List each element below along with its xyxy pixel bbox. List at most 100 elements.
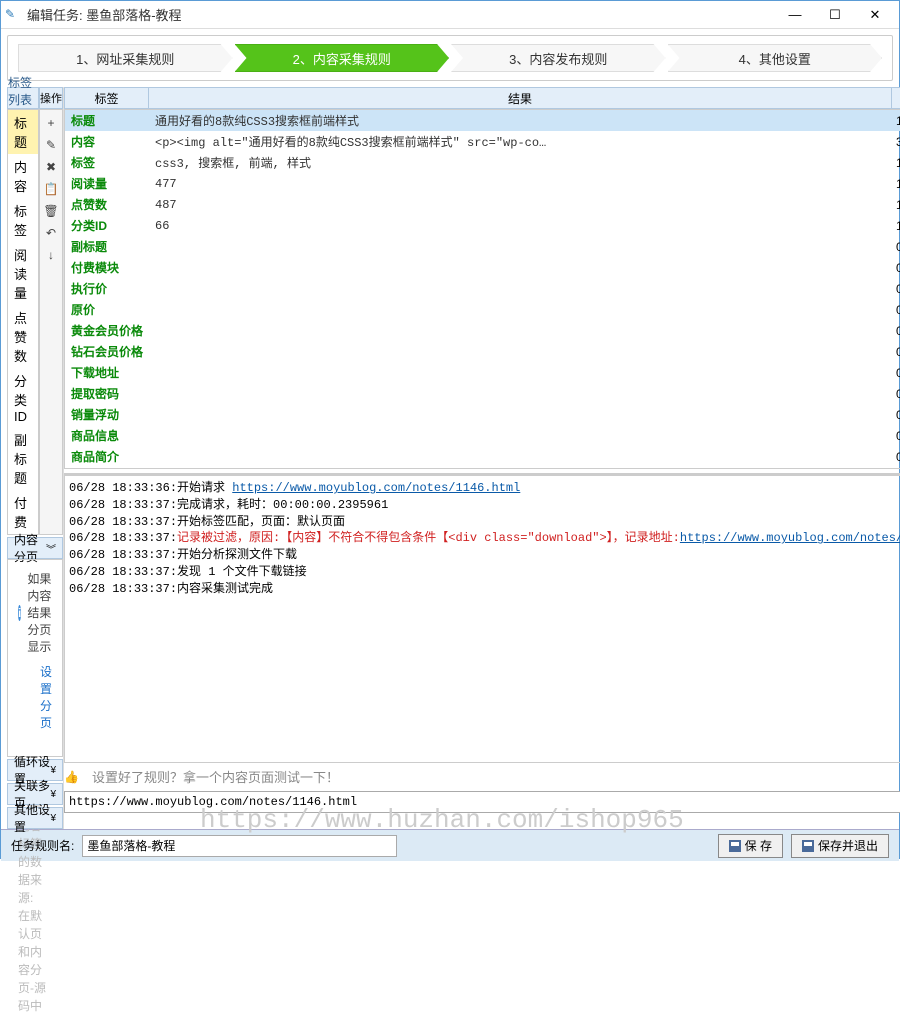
- result-row[interactable]: 原价 0行0字: [65, 299, 900, 320]
- step-2[interactable]: 2、内容采集规则: [235, 44, 450, 72]
- thumb-up-icon: 👍: [64, 770, 80, 784]
- row-tag: 付费模块: [65, 259, 149, 276]
- close-button[interactable]: ✕: [855, 2, 895, 28]
- row-tag: 提取密码: [65, 385, 149, 402]
- test-url-input[interactable]: [64, 791, 900, 813]
- result-row[interactable]: 商品简介 0行0字: [65, 446, 900, 467]
- row-result: <p><img alt="通用好看的8款纯CSS3搜索框前端样式" src="w…: [149, 133, 892, 150]
- row-count: 0行0字: [892, 406, 900, 423]
- chevron-icon: ¥: [50, 789, 56, 800]
- col-header-result: 结果: [149, 88, 892, 108]
- result-row[interactable]: 执行价 0行0字: [65, 278, 900, 299]
- row-count: 0行0字: [892, 364, 900, 381]
- result-row[interactable]: 标题 通用好看的8款纯CSS3搜索框前端样式 1行19字: [65, 110, 900, 131]
- tag-op-button[interactable]: ✎: [42, 136, 60, 154]
- row-tag: 下载地址: [65, 364, 149, 381]
- step-4[interactable]: 4、其他设置: [668, 44, 883, 72]
- tag-op-button[interactable]: 📋: [42, 180, 60, 198]
- row-result: css3, 搜索框, 前端, 样式: [149, 154, 892, 171]
- col-header-tag: 标签: [65, 88, 149, 108]
- tag-list-item[interactable]: 阅读量: [8, 242, 38, 305]
- tag-list-item[interactable]: 标签: [8, 198, 38, 242]
- tag-op-button[interactable]: ↶: [42, 224, 60, 242]
- result-row[interactable]: 分类ID 66 1行2字: [65, 215, 900, 236]
- minimize-button[interactable]: —: [775, 2, 815, 28]
- tag-list-item[interactable]: 分类ID: [8, 368, 38, 427]
- row-count: 0行0字: [892, 385, 900, 402]
- save-button[interactable]: 保 存: [718, 834, 783, 858]
- row-result: 487: [149, 198, 892, 212]
- chevron-icon: ¥: [50, 765, 56, 776]
- col-header-count: 字数: [892, 88, 900, 108]
- tag-op-button[interactable]: ✖: [42, 158, 60, 176]
- title-bar: ✎ 编辑任务: 墨鱼部落格-教程 — ☐ ✕: [1, 1, 899, 29]
- row-tag: 黄金会员价格: [65, 322, 149, 339]
- row-tag: 钻石会员价格: [65, 343, 149, 360]
- result-row[interactable]: 提取密码 0行0字: [65, 383, 900, 404]
- footer-bar: 任务规则名: 保 存 保存并退出: [1, 829, 899, 861]
- section-content-paging[interactable]: 内容分页 ︾: [7, 537, 63, 559]
- paging-note: 在默认页和内容分页-源码中: [18, 907, 52, 1015]
- save-exit-label: 保存并退出: [818, 837, 878, 854]
- tag-list-header: 标签列表(19): [7, 87, 39, 109]
- tag-list[interactable]: 标题内容标签阅读量点赞数分类ID副标题付费模块执行价原价黄金会员价格钻石会员价格…: [7, 109, 39, 535]
- tag-list-item[interactable]: 标题: [8, 110, 38, 154]
- tag-list-item[interactable]: 点赞数: [8, 305, 38, 368]
- row-count: 1行3字: [892, 175, 900, 192]
- tag-list-item[interactable]: 内容: [8, 154, 38, 198]
- result-row[interactable]: 销量浮动 0行0字: [65, 404, 900, 425]
- result-row[interactable]: 商品信息 0行0字: [65, 425, 900, 446]
- result-row[interactable]: 付费模块 0行0字: [65, 257, 900, 278]
- tag-list-item[interactable]: 副标题: [8, 427, 38, 490]
- result-row[interactable]: 下载地址 0行0字: [65, 362, 900, 383]
- row-count: 0行0字: [892, 259, 900, 276]
- row-count: 0行0字: [892, 238, 900, 255]
- row-tag: 阅读量: [65, 175, 149, 192]
- log-url-link[interactable]: https://www.moyublog.com/notes/1146.html: [680, 531, 900, 545]
- result-table[interactable]: 标题 通用好看的8款纯CSS3搜索框前端样式 1行19字 内容 <p><img …: [64, 109, 900, 469]
- step-1[interactable]: 1、网址采集规则: [18, 44, 233, 72]
- app-icon: ✎: [5, 7, 21, 23]
- row-count: 1行14字: [892, 154, 900, 171]
- row-tag: 内容: [65, 133, 149, 150]
- maximize-button[interactable]: ☐: [815, 2, 855, 28]
- result-row[interactable]: 标签 css3, 搜索框, 前端, 样式 1行14字: [65, 152, 900, 173]
- result-row[interactable]: 内容 <p><img alt="通用好看的8款纯CSS3搜索框前端样式" src…: [65, 131, 900, 152]
- log-url-link[interactable]: https://www.moyublog.com/notes/1146.html: [232, 481, 520, 495]
- row-tag: 分类ID: [65, 217, 149, 234]
- row-tag: 商品信息: [65, 427, 149, 444]
- task-name-input[interactable]: [82, 835, 397, 857]
- chevron-icon: ¥: [50, 813, 56, 824]
- row-count: 0行0字: [892, 280, 900, 297]
- row-count: 0行0字: [892, 448, 900, 465]
- window-title: 编辑任务: 墨鱼部落格-教程: [27, 5, 775, 24]
- step-3[interactable]: 3、内容发布规则: [451, 44, 666, 72]
- tag-op-button[interactable]: +: [42, 114, 60, 132]
- result-row[interactable]: 点赞数 487 1行3字: [65, 194, 900, 215]
- row-tag: 原价: [65, 301, 149, 318]
- save-icon: [729, 840, 741, 852]
- row-tag: 标题: [65, 112, 149, 129]
- task-name-label: 任务规则名:: [11, 837, 74, 854]
- paging-hint: 如果内容结果分页显示: [27, 570, 52, 655]
- tag-op-button[interactable]: 🗑: [42, 202, 60, 220]
- row-tag: 销量浮动: [65, 406, 149, 423]
- row-count: 0行0字: [892, 301, 900, 318]
- result-row[interactable]: 钻石会员价格 0行0字: [65, 341, 900, 362]
- row-count: 1行2字: [892, 217, 900, 234]
- result-row[interactable]: 阅读量 477 1行3字: [65, 173, 900, 194]
- result-row[interactable]: 黄金会员价格 0行0字: [65, 320, 900, 341]
- save-exit-button[interactable]: 保存并退出: [791, 834, 889, 858]
- result-row[interactable]: 副标题 0行0字: [65, 236, 900, 257]
- tag-op-button[interactable]: ↓: [42, 246, 60, 264]
- row-tag: 标签: [65, 154, 149, 171]
- tag-ops-toolbar: + ✎ ✖ 📋 🗑 ↶ ↓: [39, 109, 63, 535]
- row-tag: 商品简介: [65, 448, 149, 465]
- save-icon: [802, 840, 814, 852]
- row-tag: 副标题: [65, 238, 149, 255]
- tag-list-item[interactable]: 付费模块: [8, 490, 38, 535]
- set-paging-link[interactable]: 设置分页: [40, 663, 52, 731]
- result-header: 标签 结果 字数 图链: [64, 87, 900, 109]
- log-panel[interactable]: 06/28 18:33:36:开始请求 https://www.moyublog…: [64, 475, 900, 763]
- section-other[interactable]: 其他设置 ¥: [7, 807, 63, 829]
